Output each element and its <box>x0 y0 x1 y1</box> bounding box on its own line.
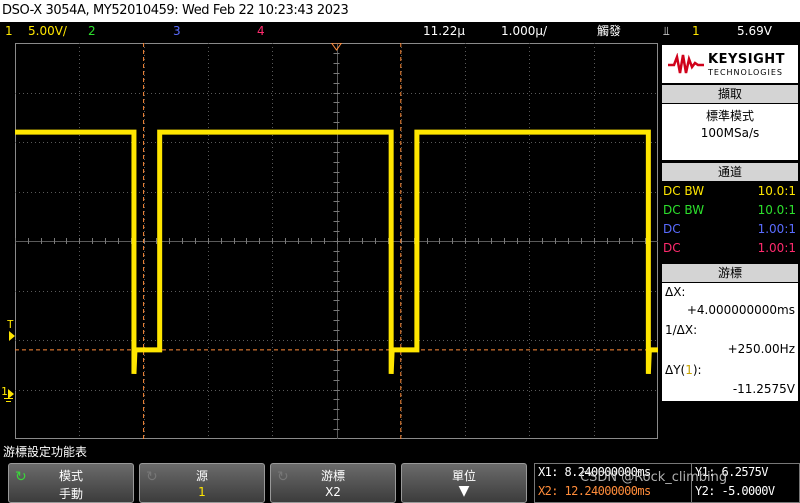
softkey-cursor[interactable]: ↻ 游標 X2 <box>270 463 396 503</box>
info-panel: KEYSIGHT TECHNOLOGIES 擷取 標準模式 100MSa/s 通… <box>660 43 800 439</box>
acquisition-mode: 標準模式 <box>705 109 754 123</box>
softkey-units[interactable]: 單位 ▼ <box>401 463 527 503</box>
ch2-probe: 10.0:1 <box>757 203 796 217</box>
ground-symbol-icon <box>4 398 13 399</box>
y2-readout: Y2: -5.0000V <box>695 484 775 498</box>
ch4-probe: 1.00:1 <box>757 241 796 255</box>
keysight-wave-icon <box>668 53 704 74</box>
menu-title: 游標設定功能表 <box>3 445 88 459</box>
ch1-waveform-trace <box>15 129 658 375</box>
channels-box: DC BW 10.0:1 DC BW 10.0:1 DC 1.00:1 DC 1… <box>662 182 798 262</box>
ground-symbol-icon-2 <box>6 401 11 402</box>
inverse-delta-x-label: 1/ΔX: <box>665 323 698 337</box>
title-text: DSO-X 3054A, MY52010459: Wed Feb 22 10:2… <box>2 3 349 18</box>
softkey-units-label: 單位 <box>451 469 476 483</box>
waveform-display[interactable] <box>15 43 658 439</box>
softkey-cursor-value: X2 <box>325 485 341 499</box>
delta-y-value: -11.2575V <box>732 382 795 396</box>
trigger-level[interactable]: 5.69V <box>737 22 772 40</box>
acquisition-box: 標準模式 100MSa/s <box>662 104 798 160</box>
brand-subtitle: TECHNOLOGIES <box>708 68 783 77</box>
ch1-number[interactable]: 1 <box>5 22 13 40</box>
ch1-probe: 10.0:1 <box>757 184 796 198</box>
ch1-coupling: DC BW <box>663 184 705 198</box>
ch2-number[interactable]: 2 <box>88 22 96 40</box>
ch2-coupling: DC BW <box>663 203 705 217</box>
ch4-coupling: DC <box>663 241 681 255</box>
trigger-source[interactable]: 1 <box>692 22 700 40</box>
acquisition-header[interactable]: 擷取 <box>662 85 798 103</box>
ch4-number[interactable]: 4 <box>257 22 265 40</box>
delta-y-label-channel: 1 <box>685 363 693 377</box>
softkey-source-label: 源 <box>195 469 208 483</box>
trigger-position-icon <box>330 43 343 51</box>
ch1-scale[interactable]: 5.00V/ <box>28 22 67 40</box>
delta-y-label: ΔY(1): <box>665 363 702 377</box>
cursors-box: ΔX: +4.000000000ms 1/ΔX: +250.00Hz ΔY(1)… <box>662 283 798 401</box>
ch1-ground-marker[interactable]: 1 <box>1 385 8 398</box>
inverse-delta-x-value: +250.00Hz <box>727 342 795 356</box>
channel-status-row: 1 5.00V/ 2 3 4 11.22µ 1.000µ/ 觸發 ⫫ 1 5.6… <box>0 22 800 40</box>
delta-x-label: ΔX: <box>665 285 686 299</box>
softkey-source-value: 1 <box>198 485 206 499</box>
timebase-scale[interactable]: 1.000µ/ <box>501 22 547 40</box>
delta-y-label-prefix: ΔY( <box>665 363 686 377</box>
brand-name: KEYSIGHT <box>708 52 785 67</box>
softkey-source[interactable]: ↻ 源 1 <box>139 463 265 503</box>
softkey-mode-value: 手動 <box>58 487 83 501</box>
trigger-mode[interactable]: 觸發 <box>597 22 621 40</box>
waveform-svg[interactable] <box>15 43 658 439</box>
trigger-slope-icon: ⫫ <box>663 24 670 38</box>
ch3-number[interactable]: 3 <box>173 22 181 40</box>
x2-readout: X2: 12.24000000ms <box>538 484 651 498</box>
delta-y-label-suffix: ): <box>692 363 702 377</box>
keysight-logo: KEYSIGHT TECHNOLOGIES <box>662 45 798 83</box>
cursors-header[interactable]: 游標 <box>662 264 798 282</box>
ch3-coupling: DC <box>663 222 681 236</box>
ch3-probe: 1.00:1 <box>757 222 796 236</box>
channels-header[interactable]: 通道 <box>662 163 798 181</box>
softkey-mode[interactable]: ↻ 模式 手動 <box>8 463 134 503</box>
title-bar: DSO-X 3054A, MY52010459: Wed Feb 22 10:2… <box>0 0 800 22</box>
watermark: CSDN @Rock_climbing <box>580 470 728 485</box>
delta-x-value: +4.000000000ms <box>686 303 795 317</box>
trigger-level-marker[interactable]: T <box>7 318 14 331</box>
sample-rate: 100MSa/s <box>700 126 760 140</box>
horizontal-delay[interactable]: 11.22µ <box>423 22 465 40</box>
softkey-cursor-label: 游標 <box>320 469 345 483</box>
softkey-mode-label: 模式 <box>58 469 83 483</box>
submenu-arrow-icon: ▼ <box>458 483 470 499</box>
